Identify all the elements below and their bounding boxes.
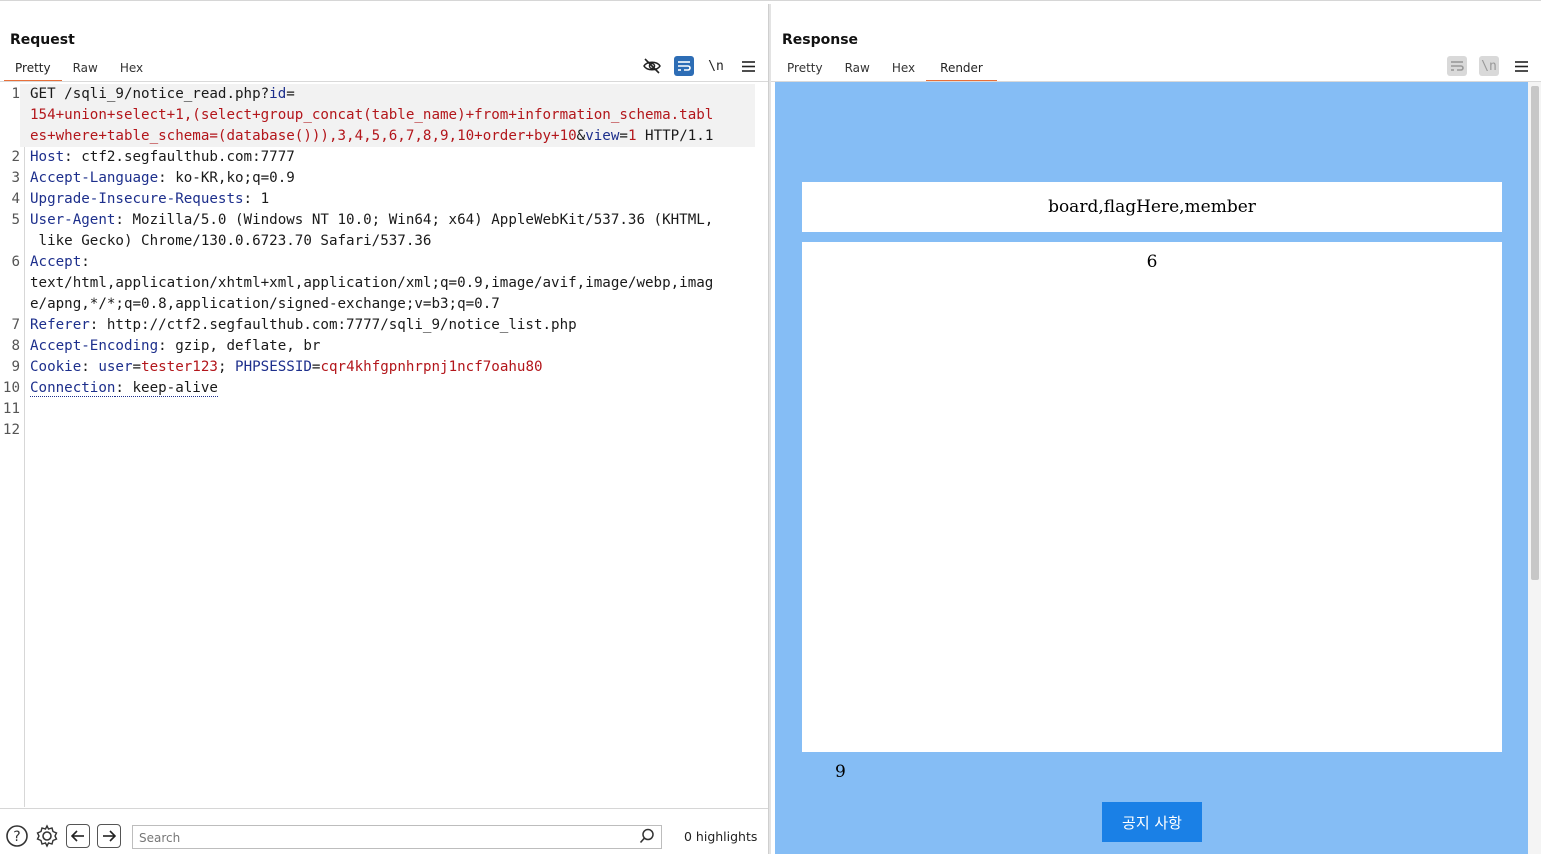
- code-line: es+where+table_schema=(database())),3,4,…: [0, 126, 768, 147]
- next-arrow-icon[interactable]: [97, 824, 121, 848]
- gear-icon[interactable]: [34, 823, 60, 849]
- line-number: 2: [11, 149, 20, 165]
- eye-off-icon[interactable]: [642, 56, 662, 76]
- request-editor[interactable]: 1 GET /sqli_9/notice_read.php?id= 154+un…: [0, 84, 768, 807]
- code-line: text/html,application/xhtml+xml,applicat…: [30, 275, 714, 291]
- tab-hex[interactable]: Hex: [109, 58, 154, 82]
- request-toolbar: \n: [642, 56, 758, 76]
- code-line: 8 Accept-Encoding: gzip, deflate, br: [0, 336, 768, 357]
- newline-icon[interactable]: \n: [706, 56, 726, 76]
- code-line: 12: [0, 420, 768, 441]
- tab-render[interactable]: Render: [926, 58, 997, 82]
- line-number: 10: [2, 380, 20, 396]
- svg-text:?: ?: [13, 829, 20, 845]
- search-box: [132, 825, 662, 849]
- menu-icon[interactable]: [1511, 56, 1531, 76]
- code-line: 10 Connection: keep-alive: [0, 378, 768, 399]
- tab-pretty[interactable]: Pretty: [4, 58, 62, 82]
- code-line: 4 Upgrade-Insecure-Requests: 1: [0, 189, 768, 210]
- request-tabs: Pretty Raw Hex: [4, 58, 154, 82]
- code-line: e/apng,*/*;q=0.8,application/signed-exch…: [30, 296, 500, 312]
- response-panel: Response Pretty Raw Hex Render \n board,…: [771, 4, 1541, 854]
- code-line: 9 Cookie: user=tester123; PHPSESSID=cqr4…: [0, 357, 768, 378]
- line-number: 11: [2, 401, 20, 417]
- tabs-divider: [0, 81, 768, 82]
- line-number: 3: [11, 170, 20, 186]
- render-view: board,flagHere,member 6 9 공지 사항: [775, 82, 1528, 854]
- line-number: 4: [11, 191, 20, 207]
- request-code: 1 GET /sqli_9/notice_read.php?id= 154+un…: [0, 84, 768, 441]
- scrollbar-thumb[interactable]: [1531, 86, 1539, 580]
- notice-title: board,flagHere,member: [802, 182, 1502, 232]
- request-panel: Request Pretty Raw Hex \n 1 GET /sqli_9/…: [0, 4, 768, 854]
- render-scrollbar[interactable]: [1528, 82, 1541, 854]
- code-line: 5 User-Agent: Mozilla/5.0 (Windows NT 10…: [0, 210, 768, 231]
- search-input[interactable]: [139, 830, 629, 846]
- tab-pretty[interactable]: Pretty: [776, 58, 834, 82]
- line-number: 6: [11, 254, 20, 270]
- wrap-icon[interactable]: [1447, 56, 1467, 76]
- line-number: 1: [11, 86, 20, 102]
- tab-raw[interactable]: Raw: [62, 58, 109, 82]
- response-tabs: Pretty Raw Hex Render: [776, 58, 997, 82]
- code-line: 2 Host: ctf2.segfaulthub.com:7777: [0, 147, 768, 168]
- code-line: 3 Accept-Language: ko-KR,ko;q=0.9: [0, 168, 768, 189]
- notice-list-button[interactable]: 공지 사항: [1102, 802, 1202, 842]
- request-title: Request: [10, 32, 75, 48]
- line-number: 5: [11, 212, 20, 228]
- code-line: 1 GET /sqli_9/notice_read.php?id=: [0, 84, 768, 105]
- menu-icon[interactable]: [738, 56, 758, 76]
- notice-footer-text: 9: [835, 762, 846, 782]
- highlights-count: 0 highlights: [684, 829, 758, 844]
- code-line: 6 Accept:: [0, 252, 768, 273]
- response-toolbar: \n: [1447, 56, 1531, 76]
- tab-hex[interactable]: Hex: [881, 58, 926, 82]
- help-icon[interactable]: ?: [4, 823, 30, 849]
- code-line: 7 Referer: http://ctf2.segfaulthub.com:7…: [0, 315, 768, 336]
- newline-icon[interactable]: \n: [1479, 56, 1499, 76]
- wrap-icon[interactable]: [674, 56, 694, 76]
- code-line: 11: [0, 399, 768, 420]
- response-title: Response: [782, 32, 859, 48]
- line-number: 8: [11, 338, 20, 354]
- tab-raw[interactable]: Raw: [834, 58, 881, 82]
- line-number: 9: [11, 359, 20, 375]
- search-icon[interactable]: [639, 828, 655, 848]
- code-line: like Gecko) Chrome/130.0.6723.70 Safari/…: [30, 233, 432, 249]
- notice-content-text: 6: [1146, 252, 1158, 272]
- previous-arrow-icon[interactable]: [66, 824, 90, 848]
- code-line: 154+union+select+1,(select+group_concat(…: [0, 105, 768, 126]
- line-number: 7: [11, 317, 20, 333]
- search-bar: ? 0 highlights: [0, 808, 768, 854]
- notice-content: 6: [802, 242, 1502, 752]
- line-number: 12: [2, 422, 20, 438]
